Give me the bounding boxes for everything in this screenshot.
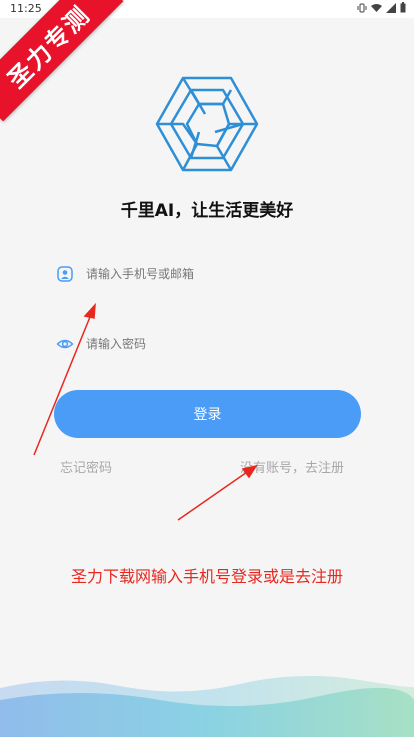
battery-icon <box>400 2 406 13</box>
password-field[interactable] <box>56 329 356 359</box>
status-time: 11:25 <box>10 2 42 15</box>
register-link[interactable]: 没有账号，去注册 <box>240 457 344 476</box>
password-input[interactable] <box>86 337 326 351</box>
watermark-ribbon: 圣力专测 <box>0 0 124 122</box>
user-icon <box>57 266 73 282</box>
phone-input[interactable] <box>86 267 326 281</box>
login-button[interactable]: 登录 <box>54 390 361 438</box>
annotation-text: 圣力下载网输入手机号登录或是去注册 <box>70 567 343 586</box>
arrow-to-register <box>177 469 251 521</box>
eye-icon[interactable] <box>56 335 74 353</box>
arrow-head-phone <box>83 302 96 319</box>
bottom-wave <box>0 675 414 737</box>
forgot-password-link[interactable]: 忘记密码 <box>60 457 112 476</box>
hexagon-logo-icon <box>155 76 259 172</box>
wifi-icon <box>371 3 382 12</box>
status-icons <box>357 2 406 13</box>
signal-icon <box>386 2 396 13</box>
phone-field[interactable] <box>56 259 356 289</box>
slogan: 千里AI，让生活更美好 <box>120 201 294 221</box>
vibrate-icon <box>357 3 367 12</box>
